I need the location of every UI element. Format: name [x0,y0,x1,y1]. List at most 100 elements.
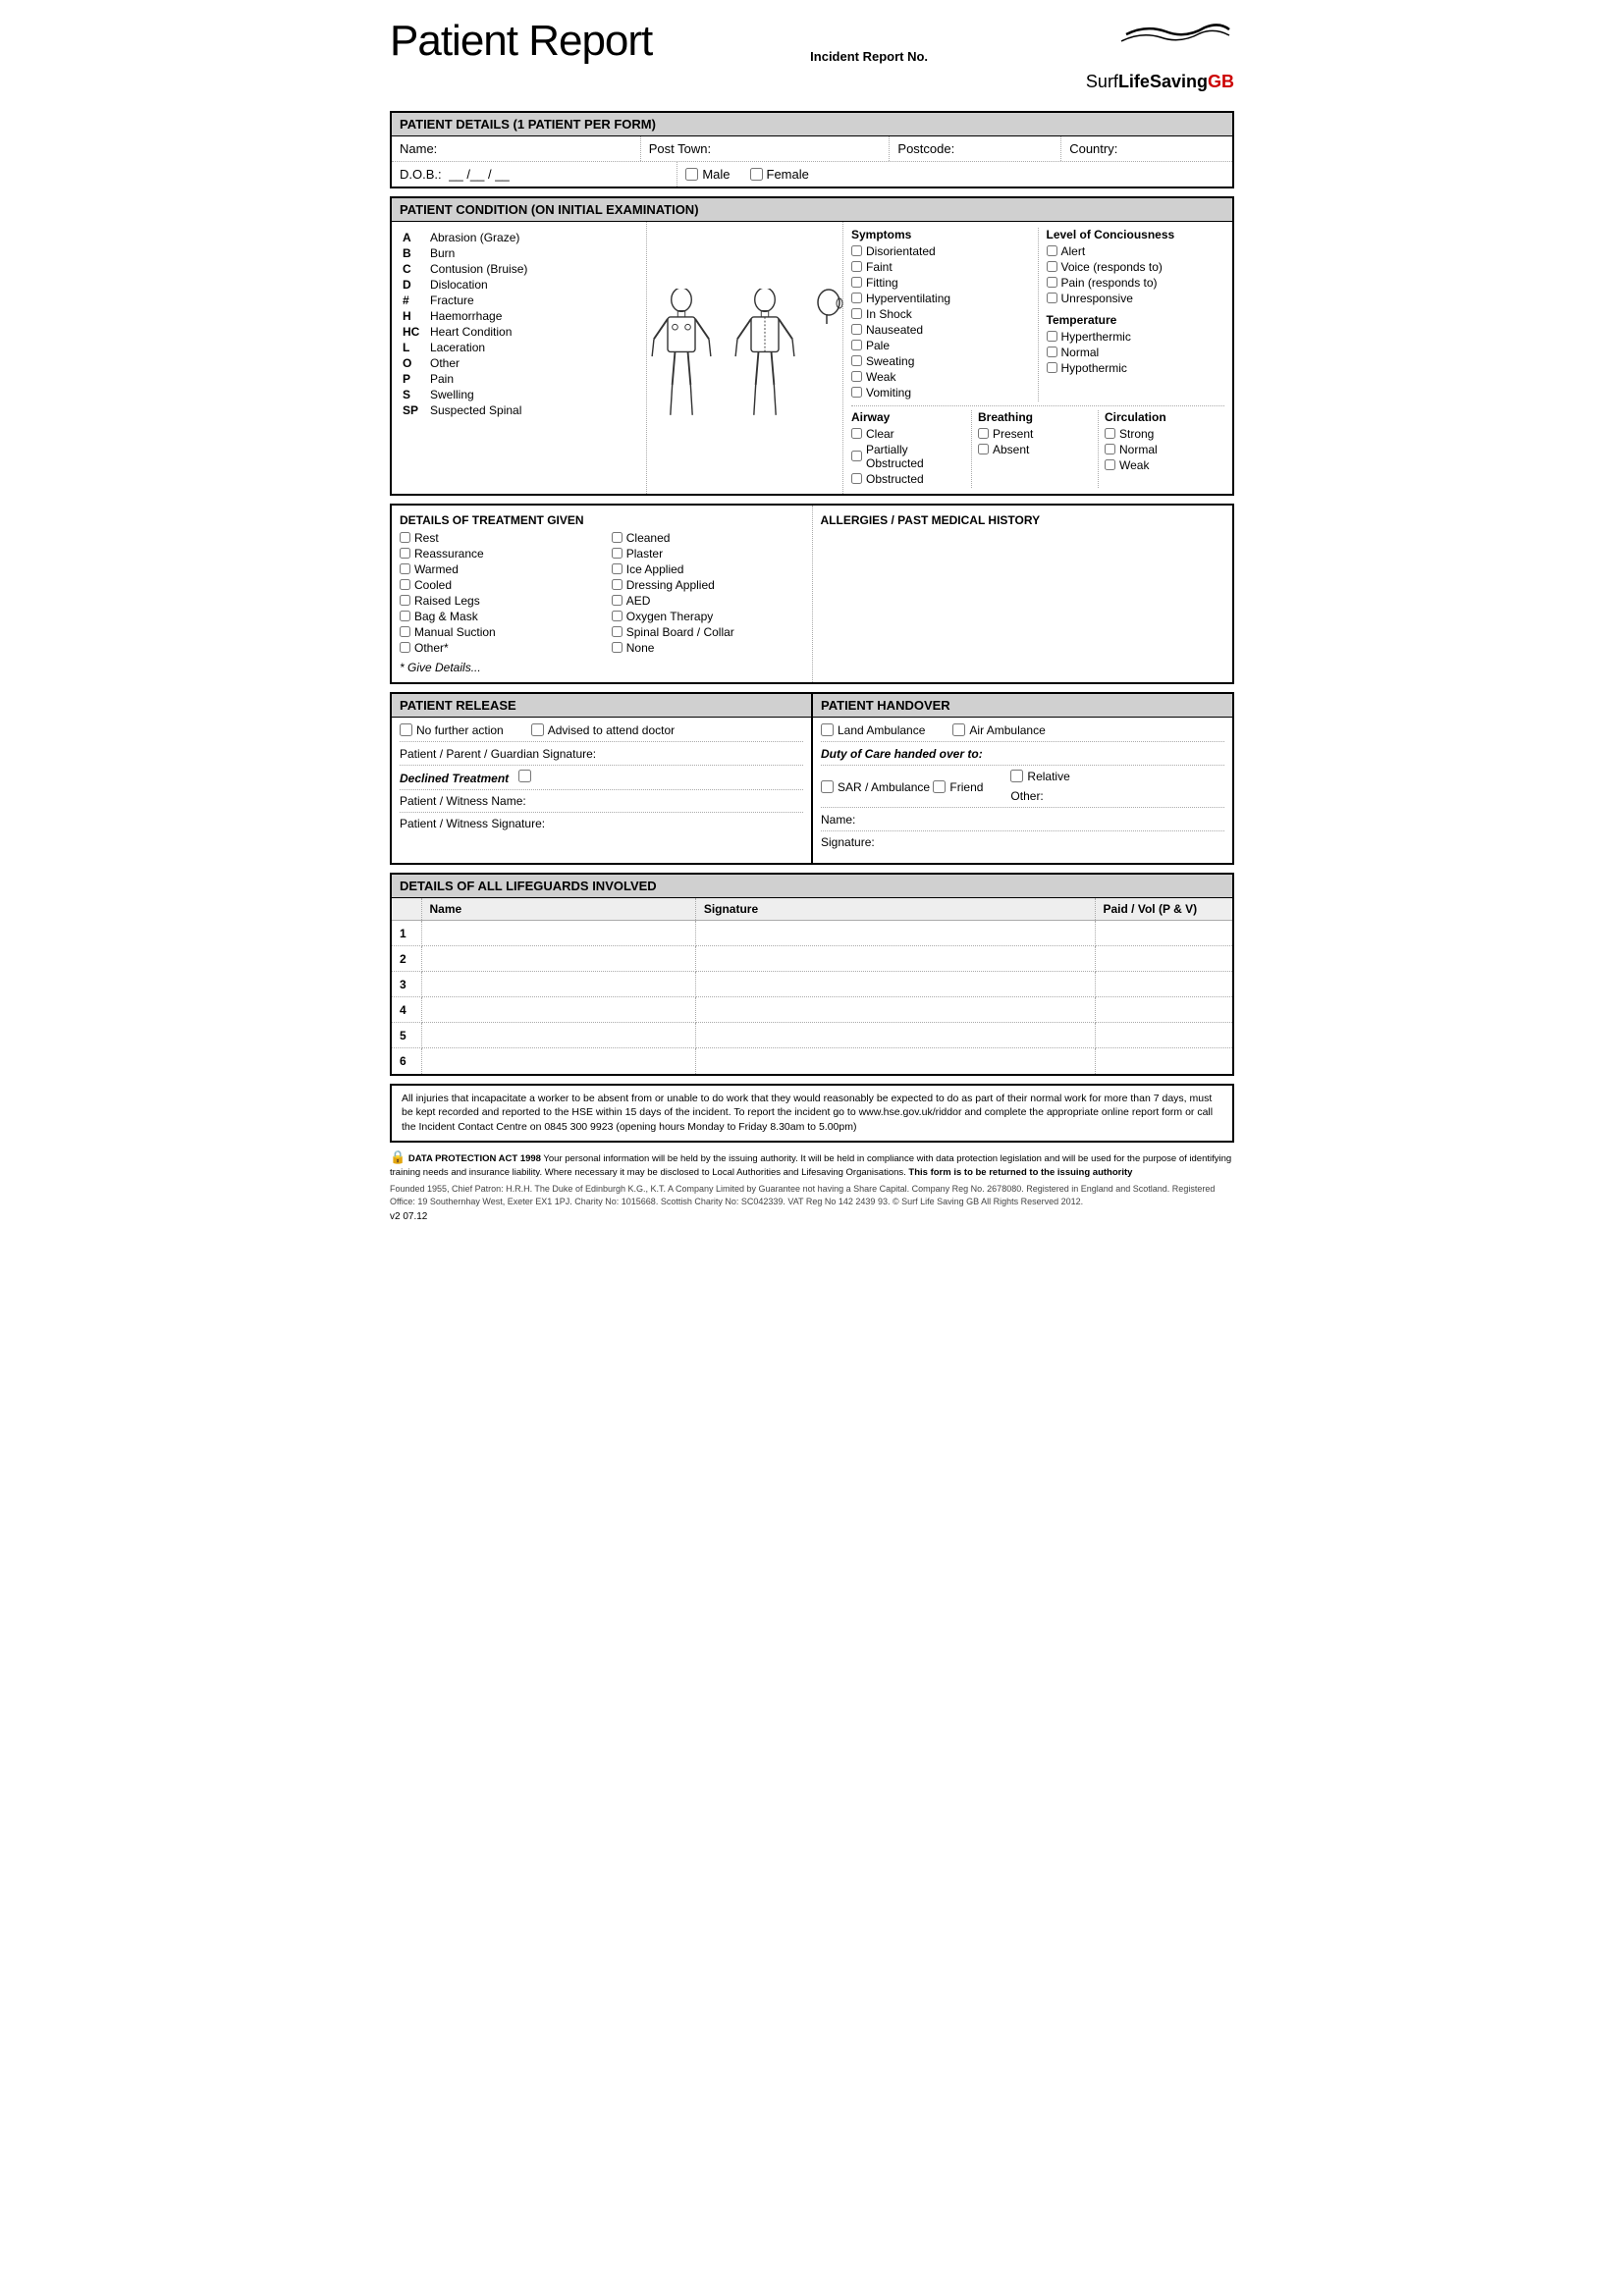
circulation-item: Weak [1105,458,1218,472]
symptom-checkbox[interactable] [851,355,862,366]
row-number: 5 [392,1023,421,1048]
relative-checkbox[interactable] [1010,770,1023,782]
lifeguard-paid-cell [1095,1023,1232,1048]
symptom-checkbox[interactable] [851,277,862,288]
no-further-action-checkbox[interactable] [400,723,412,736]
loc-checkbox[interactable] [1047,245,1057,256]
temp-item: Hypothermic [1047,361,1225,375]
circulation-checkbox[interactable] [1105,459,1115,470]
treatment-checkbox[interactable] [400,626,410,637]
patient-condition-section: PATIENT CONDITION (on initial examinatio… [390,196,1234,496]
injury-desc: Laceration [427,340,638,355]
witness-sig-label: Patient / Witness Signature: [400,817,545,830]
name-field: Name: [392,136,641,161]
temp-checkbox[interactable] [1047,362,1057,373]
symptom-checkbox[interactable] [851,261,862,272]
air-ambulance-checkbox[interactable] [952,723,965,736]
loc-label: Voice (responds to) [1061,260,1163,274]
breathing-checkbox[interactable] [978,428,989,439]
treatment-cols: RestReassuranceWarmedCooledRaised LegsBa… [400,531,804,657]
gender-field: Male Female [677,162,1232,187]
land-ambulance-checkbox[interactable] [821,723,834,736]
treatment-label: None [626,641,655,655]
breathing-checkbox[interactable] [978,444,989,454]
symptom-checkbox[interactable] [851,340,862,350]
treatment-label: Other* [414,641,449,655]
male-checkbox-group: Male [685,167,730,182]
declined-checkbox[interactable] [518,770,531,782]
loc-item: Voice (responds to) [1047,260,1225,274]
treatment-checkbox[interactable] [400,579,410,590]
treatment-checkbox[interactable] [400,548,410,559]
airway-checkbox[interactable] [851,451,862,461]
temp-checkbox[interactable] [1047,331,1057,342]
treatment-checkbox[interactable] [612,626,623,637]
logo-wave-icon [1116,20,1234,69]
advised-doctor-checkbox[interactable] [531,723,544,736]
symptom-checkbox[interactable] [851,293,862,303]
symptom-label: Hyperventilating [866,292,950,305]
treatment-checkbox[interactable] [612,611,623,621]
treatment-checkbox[interactable] [612,579,623,590]
injury-code-row: PPain [400,371,638,387]
symptom-checkbox[interactable] [851,324,862,335]
airway-checkbox[interactable] [851,473,862,484]
treatment-checkbox[interactable] [400,595,410,606]
temp-item: Normal [1047,346,1225,359]
injury-code: L [400,340,427,355]
row-number: 2 [392,946,421,972]
injury-code: HC [400,324,427,340]
female-checkbox[interactable] [750,168,763,181]
treatment-item: Oxygen Therapy [612,610,804,623]
airway-checkbox[interactable] [851,428,862,439]
treatment-checkbox[interactable] [612,642,623,653]
patient-release-panel: PATIENT RELEASE No further action Advise… [392,694,813,864]
treatment-checkbox[interactable] [612,595,623,606]
injury-code-row: AAbrasion (Graze) [400,230,638,245]
injury-code: A [400,230,427,245]
treatment-checkbox[interactable] [400,642,410,653]
symptom-label: Fitting [866,276,898,290]
treatment-item: Manual Suction [400,625,592,639]
symptoms-title: Symptoms [851,228,1030,241]
injury-desc: Haemorrhage [427,308,638,324]
treatment-checkbox[interactable] [612,548,623,559]
treatment-checkbox[interactable] [400,611,410,621]
male-checkbox[interactable] [685,168,698,181]
friend-checkbox[interactable] [933,780,946,793]
col-num-header [392,898,421,921]
treatment-checkbox[interactable] [400,532,410,543]
treatment-checkbox[interactable] [400,563,410,574]
row-number: 4 [392,997,421,1023]
other-label: Other: [1010,789,1043,803]
symptom-checkbox[interactable] [851,387,862,398]
loc-checkbox[interactable] [1047,277,1057,288]
loc-checkbox[interactable] [1047,261,1057,272]
lifeguard-row: 5 [392,1023,1232,1048]
symptom-checkbox[interactable] [851,308,862,319]
loc-label: Pain (responds to) [1061,276,1158,290]
circulation-checkbox[interactable] [1105,444,1115,454]
treatment-col2: CleanedPlasterIce AppliedDressing Applie… [612,531,804,657]
circulation-label: Strong [1119,427,1154,441]
injury-code-row: CContusion (Bruise) [400,261,638,277]
loc-checkbox[interactable] [1047,293,1057,303]
sar-ambulance-checkbox[interactable] [821,780,834,793]
treatment-item: Plaster [612,547,804,561]
treatment-item: Spinal Board / Collar [612,625,804,639]
airway-breathing-circulation: Airway ClearPartially ObstructedObstruct… [851,405,1224,488]
lifeguard-row: 6 [392,1048,1232,1074]
treatment-checkbox[interactable] [612,563,623,574]
circulation-checkbox[interactable] [1105,428,1115,439]
allergies-panel: ALLERGIES / PAST MEDICAL HISTORY [813,506,1233,682]
airway-item: Obstructed [851,472,965,486]
symptom-checkbox[interactable] [851,371,862,382]
no-further-action-group: No further action [400,723,504,737]
symptom-checkbox[interactable] [851,245,862,256]
temp-checkbox[interactable] [1047,347,1057,357]
injury-code-row: OOther [400,355,638,371]
body-diagram [642,289,848,426]
duty-items-row: SAR / Ambulance Friend Relative [821,770,1224,809]
duty-label: Duty of Care handed over to: [821,747,983,761]
treatment-checkbox[interactable] [612,532,623,543]
